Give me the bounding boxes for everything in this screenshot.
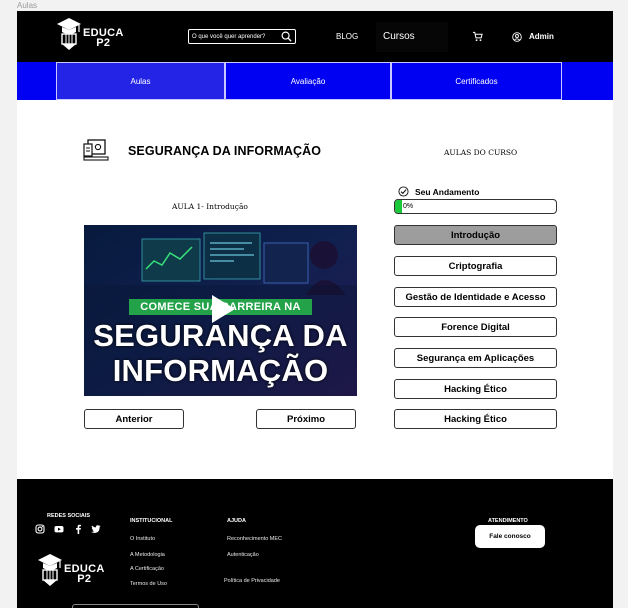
lesson-item-criptografia[interactable]: Criptografia (394, 256, 557, 276)
frame-label: Aulas (17, 1, 38, 10)
footer-logo[interactable]: EDUCA P2 (37, 553, 105, 587)
progress-bar: 0% (394, 199, 557, 214)
help-heading: AJUDA (227, 518, 246, 524)
search-placeholder: O que você quer aprender? (192, 33, 266, 40)
social-heading: REDES SOCIAIS (47, 513, 91, 519)
youtube-icon[interactable] (54, 524, 64, 534)
video-player[interactable]: COMECE SUA CARREIRA NA SEGURANÇA DA INFO… (84, 225, 357, 396)
progress-fill (395, 200, 402, 213)
footer-graduation-cap-icon (38, 554, 62, 586)
page: EDUCA P2 O que você quer aprender? BLOG C… (17, 11, 613, 608)
logo-text-2: P2 (96, 37, 111, 49)
footer-link-instituto[interactable]: O Instituto (130, 536, 155, 542)
user-name[interactable]: Admin (529, 32, 554, 41)
lesson-title: AULA 1- Introdução (172, 202, 248, 211)
lesson-item-forence-digital[interactable]: Forence Digital (394, 317, 557, 337)
search-input[interactable]: O que você quer aprender? (188, 29, 296, 44)
user-icon[interactable] (512, 32, 522, 42)
twitter-icon[interactable] (91, 524, 101, 534)
cart-icon[interactable] (472, 31, 483, 42)
header: EDUCA P2 O que você quer aprender? BLOG C… (17, 11, 613, 63)
play-icon[interactable] (204, 292, 238, 326)
progress-label: Seu Andamento (415, 187, 480, 197)
lesson-item-hacking-etico-2[interactable]: Hacking Ético (394, 409, 557, 429)
footer: REDES SOCIAIS EDUCA P2 INSTITUCIONAL O I… (17, 479, 613, 608)
footer-link-metodologia[interactable]: A Metodologia (130, 552, 165, 558)
progress-percent: 0% (403, 203, 414, 210)
contact-button[interactable]: Fale conosco (475, 525, 545, 548)
header-logo[interactable]: EDUCA P2 (56, 17, 124, 51)
instagram-icon[interactable] (35, 524, 45, 534)
tab-avaliacao[interactable]: Avaliação (225, 62, 391, 100)
video-headline-2: INFORMAÇÃO (112, 353, 329, 388)
support-heading: ATENDIMENTO (488, 518, 528, 524)
tab-certificados[interactable]: Certificados (391, 62, 562, 100)
footer-link-termos[interactable]: Termos de Uso (130, 581, 167, 587)
institutional-heading: INSTITUCIONAL (130, 518, 173, 524)
previous-button[interactable]: Anterior (84, 409, 184, 429)
lesson-item-introducao[interactable]: Introdução (394, 225, 557, 245)
footer-link-certificacao[interactable]: A Certificação (130, 566, 164, 572)
nav-cursos-link[interactable]: Cursos (376, 22, 448, 52)
lesson-item-hacking-etico[interactable]: Hacking Ético (394, 379, 557, 399)
nav-blog-link[interactable]: BLOG (336, 32, 358, 41)
footer-link-mec[interactable]: Reconhecimento MEC (227, 536, 282, 542)
newsletter-input[interactable] (72, 604, 199, 608)
course-laptop-icon (83, 139, 109, 161)
next-button[interactable]: Próximo (256, 409, 356, 429)
search-icon[interactable] (281, 31, 292, 42)
graduation-cap-logo-icon (57, 18, 81, 50)
facebook-icon[interactable] (73, 524, 83, 534)
course-tabs: Aulas Avaliação Certificados (17, 62, 613, 100)
lesson-item-gestao-identidade[interactable]: Gestão de Identidade e Acesso (394, 287, 557, 307)
tab-aulas[interactable]: Aulas (56, 62, 225, 100)
check-circle-icon (398, 186, 409, 197)
lesson-item-seguranca-aplicacoes[interactable]: Segurança em Aplicações (394, 348, 557, 368)
lessons-heading: AULAS DO CURSO (444, 148, 518, 157)
footer-link-autenticacao[interactable]: Autenticação (227, 552, 259, 558)
footer-logo-text-2: P2 (77, 573, 92, 585)
course-title: SEGURANÇA DA INFORMAÇÃO (128, 144, 322, 158)
footer-link-privacidade[interactable]: Política de Privacidade (224, 578, 280, 584)
